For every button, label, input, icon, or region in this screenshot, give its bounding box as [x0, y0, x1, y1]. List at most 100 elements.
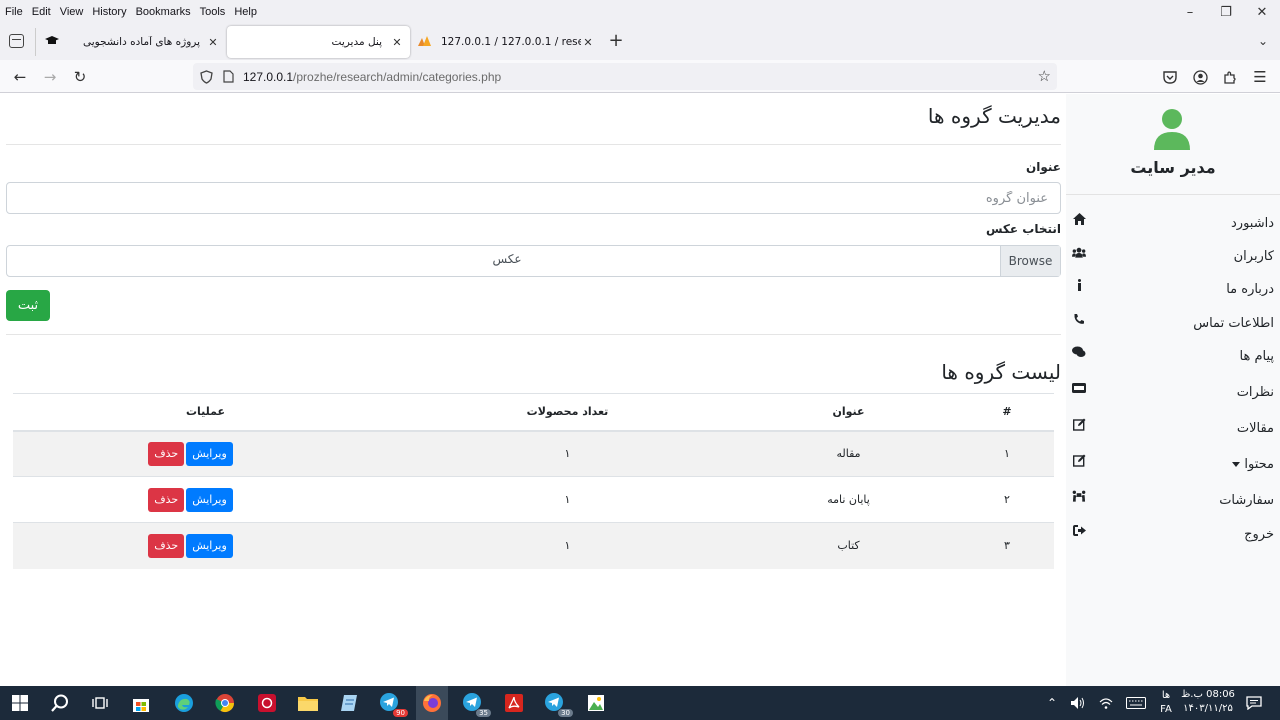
page-title: مدیریت گروه ها — [927, 104, 1061, 128]
row-actions: ویرایشحذف — [13, 476, 398, 523]
page-content: مدیر سایت داشبورد کاربران درباره ما اطلا… — [0, 94, 1280, 686]
delete-button[interactable]: حذف — [148, 441, 185, 466]
delete-button[interactable]: حذف — [148, 533, 185, 558]
pocket-icon[interactable] — [1159, 66, 1181, 88]
sidebar-item-content[interactable]: محتوا — [1066, 451, 1280, 481]
row-number: ۱ — [960, 430, 1054, 477]
close-window-icon[interactable]: ✕ — [1244, 0, 1280, 24]
tab-phpmyadmin[interactable]: 127.0.0.1 / 127.0.0.1 / research ✕ — [415, 26, 595, 58]
search-icon[interactable] — [48, 691, 72, 715]
close-tab-icon[interactable]: ✕ — [390, 36, 404, 49]
sidebar-item-articles[interactable]: مقالات — [1066, 415, 1280, 445]
image-file-input[interactable]: Browse عکس — [6, 245, 1061, 277]
reload-icon[interactable]: ↻ — [69, 66, 91, 88]
sidebar-item-dashboard[interactable]: داشبورد — [1066, 210, 1280, 240]
restore-icon[interactable]: ❐ — [1208, 0, 1244, 24]
telegram-icon[interactable]: 30 — [543, 691, 573, 717]
task-view-icon[interactable] — [88, 691, 112, 715]
volume-icon[interactable] — [1068, 686, 1088, 720]
menu-tools[interactable]: Tools — [200, 6, 226, 18]
menu-bookmarks[interactable]: Bookmarks — [136, 6, 191, 18]
show-hidden-icons-chevron[interactable]: ⌃ — [1044, 686, 1060, 720]
edit-icon — [1072, 453, 1086, 467]
tab-overview-icon[interactable] — [9, 34, 24, 48]
sidebar-item-label: محتوا — [1232, 457, 1274, 472]
group-title-input[interactable] — [6, 182, 1061, 214]
main-content: مدیریت گروه ها عنوان انتخاب عکس Browse ع… — [6, 94, 1061, 686]
tab-admin-panel[interactable]: پنل مدیریت ✕ — [227, 26, 410, 58]
browse-button[interactable]: Browse — [1000, 246, 1060, 276]
sidebar-item-label-text: محتوا — [1244, 457, 1274, 472]
edit-button[interactable]: ویرایش — [186, 441, 233, 466]
sidebar-item-messages[interactable]: پیام ها — [1066, 343, 1280, 373]
sidebar-item-orders[interactable]: سفارشات — [1066, 487, 1280, 517]
sidebar: مدیر سایت داشبورد کاربران درباره ما اطلا… — [1066, 94, 1280, 686]
page-info-icon[interactable] — [223, 69, 235, 84]
sidebar-item-comments[interactable]: نظرات — [1066, 379, 1280, 409]
menu-help[interactable]: Help — [234, 6, 257, 18]
language-code: FA — [1160, 704, 1172, 715]
edit-button[interactable]: ویرایش — [186, 533, 233, 558]
hamburger-menu-icon[interactable]: ☰ — [1249, 66, 1271, 88]
new-tab-icon[interactable]: + — [606, 30, 626, 52]
forward-arrow-icon[interactable]: → — [39, 66, 61, 88]
shield-icon[interactable] — [200, 69, 214, 84]
close-tab-icon[interactable]: ✕ — [206, 36, 220, 49]
notepad-icon[interactable] — [337, 691, 361, 715]
tab-label: 127.0.0.1 / 127.0.0.1 / research — [441, 36, 581, 48]
notifications-icon[interactable] — [1244, 686, 1264, 720]
home-icon — [1072, 212, 1086, 226]
file-explorer-icon[interactable] — [296, 691, 320, 715]
bookmark-star-icon[interactable]: ☆ — [1038, 67, 1051, 85]
header-number: # — [960, 393, 1054, 432]
taskbar: 90 35 30 ⌃ ها FA 08:06 ب.ظ ۱۴۰۳/۱۱/۲۵ — [0, 686, 1280, 720]
clock[interactable]: 08:06 ب.ظ ۱۴۰۳/۱۱/۲۵ — [1180, 688, 1236, 716]
edit-button[interactable]: ویرایش — [186, 487, 233, 512]
account-icon[interactable] — [1189, 66, 1211, 88]
menu-file[interactable]: File — [5, 6, 23, 18]
submit-button[interactable]: ثبت — [6, 290, 50, 321]
sidebar-item-logout[interactable]: خروج — [1066, 521, 1280, 551]
wifi-icon[interactable] — [1096, 686, 1116, 720]
menu-edit[interactable]: Edit — [32, 6, 51, 18]
tab-projects[interactable]: پروژه های آماده دانشجویی ✕ — [40, 26, 220, 58]
menu-history[interactable]: History — [92, 6, 126, 18]
language-indicator[interactable]: ها FA — [1154, 686, 1178, 720]
url-bar[interactable]: 127.0.0.1/prozhe/research/admin/categori… — [193, 63, 1057, 90]
back-arrow-icon[interactable]: ← — [9, 66, 31, 88]
extensions-icon[interactable] — [1219, 66, 1241, 88]
phpmyadmin-icon — [415, 35, 435, 49]
sidebar-item-label: کاربران — [1233, 249, 1274, 264]
title-divider — [6, 144, 1061, 145]
sidebar-item-about[interactable]: درباره ما — [1066, 276, 1280, 306]
menu-view[interactable]: View — [60, 6, 84, 18]
caret-down-icon — [1232, 462, 1241, 467]
sidebar-item-contact-info[interactable]: اطلاعات تماس — [1066, 310, 1280, 340]
minimize-icon[interactable]: – — [1172, 0, 1208, 24]
title-field-label: عنوان — [1026, 160, 1061, 174]
url-host: 127.0.0.1 — [243, 69, 294, 84]
sidebar-item-users[interactable]: کاربران — [1066, 243, 1280, 273]
user-avatar-icon — [1152, 106, 1192, 150]
windows-start-icon[interactable] — [8, 691, 32, 715]
row-actions: ویرایشحذف — [13, 522, 398, 569]
telegram-badge: 35 — [476, 709, 491, 717]
app-red-icon[interactable] — [255, 691, 279, 715]
list-tabs-chevron-icon[interactable]: ⌄ — [1254, 30, 1272, 52]
chrome-icon[interactable] — [213, 691, 237, 715]
firefox-icon[interactable] — [416, 686, 448, 720]
sidebar-item-label: پیام ها — [1239, 349, 1275, 364]
row-count: ۱ — [398, 522, 737, 569]
acrobat-icon[interactable] — [502, 691, 526, 715]
image-editor-icon[interactable] — [584, 691, 608, 715]
keyboard-icon[interactable] — [1124, 686, 1148, 720]
table-row: ۱ مقاله ۱ ویرایشحذف — [13, 430, 1054, 477]
edge-icon[interactable] — [172, 691, 196, 715]
delete-button[interactable]: حذف — [148, 487, 185, 512]
telegram-icon[interactable]: 90 — [378, 691, 408, 717]
store-icon[interactable] — [129, 691, 153, 715]
tab-bar: پروژه های آماده دانشجویی ✕ پنل مدیریت ✕ … — [0, 24, 1280, 60]
close-tab-icon[interactable]: ✕ — [581, 36, 595, 49]
menu-bar: File Edit View History Bookmarks Tools H… — [0, 0, 1280, 24]
telegram-icon[interactable]: 35 — [461, 691, 491, 717]
